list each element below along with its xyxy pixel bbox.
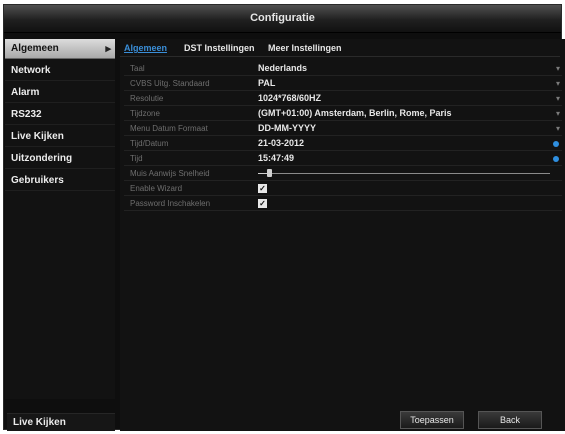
setting-label: Muis Aanwijs Snelheid [130,169,210,178]
chevron-right-icon: ▸ [105,43,111,55]
sidebar-item-label: Algemeen [11,43,59,54]
title-bar: Configuratie [4,5,561,33]
config-window: Configuratie Algemeen ▸ Network Alarm RS… [3,4,565,431]
back-button[interactable]: Back [478,411,542,429]
setting-label: Enable Wizard [130,184,183,193]
setting-label: Resolutie [130,94,164,103]
sidebar-item-label: RS232 [11,109,42,120]
time-picker-icon[interactable] [553,156,559,162]
setting-label: Tijd/Datum [130,139,169,148]
sidebar-item-label: Alarm [11,87,40,98]
cvbs-standard-select[interactable]: PAL [258,78,275,88]
chevron-down-icon[interactable]: ▾ [556,109,560,118]
window-title: Configuratie [250,12,315,24]
setting-row-tijd-datum: Tijd/Datum 21-03-2012 [124,138,562,151]
setting-row-datum-formaat: Menu Datum Formaat DD-MM-YYYY ▾ [124,123,562,136]
sidebar-item-gebruikers[interactable]: Gebruikers [5,171,115,191]
setting-row-enable-wizard: Enable Wizard ✓ [124,183,562,196]
settings-panel: Algemeen DST Instellingen Meer Instellin… [120,39,565,431]
calendar-picker-icon[interactable] [553,141,559,147]
date-input[interactable]: 21-03-2012 [258,138,304,148]
setting-label: Tijd [130,154,143,163]
setting-label: Taal [130,64,145,73]
chevron-down-icon[interactable]: ▾ [556,94,560,103]
sidebar-item-label: Network [11,65,51,76]
setting-label: CVBS Uitg. Standaard [130,79,210,88]
tab-algemeen[interactable]: Algemeen [124,43,167,53]
date-format-select[interactable]: DD-MM-YYYY [258,123,316,133]
mouse-speed-slider[interactable] [258,168,550,178]
slider-handle[interactable] [267,169,272,177]
live-view-button[interactable]: Live Kijken [7,413,115,431]
sidebar-item-live-kijken[interactable]: Live Kijken [5,127,115,147]
setting-row-password: Password Inschakelen ✓ [124,198,562,211]
sidebar-item-label: Gebruikers [11,175,64,186]
apply-button[interactable]: Toepassen [400,411,464,429]
setting-row-resolutie: Resolutie 1024*768/60HZ ▾ [124,93,562,106]
tab-meer-instellingen[interactable]: Meer Instellingen [268,43,342,53]
slider-fill [258,173,267,174]
sidebar: Algemeen ▸ Network Alarm RS232 Live Kijk… [5,39,115,399]
timezone-select[interactable]: (GMT+01:00) Amsterdam, Berlin, Rome, Par… [258,108,451,118]
setting-label: Menu Datum Formaat [130,124,208,133]
sidebar-item-rs232[interactable]: RS232 [5,105,115,125]
setting-row-tijd: Tijd 15:47:49 [124,153,562,166]
setting-row-taal: Taal Nederlands ▾ [124,63,562,76]
chevron-down-icon[interactable]: ▾ [556,124,560,133]
slider-track [258,173,550,174]
setting-row-muis-snelheid: Muis Aanwijs Snelheid [124,168,562,181]
sidebar-item-uitzondering[interactable]: Uitzondering [5,149,115,169]
setting-row-cvbs: CVBS Uitg. Standaard PAL ▾ [124,78,562,91]
tab-divider [120,56,560,57]
sidebar-item-label: Uitzondering [11,153,73,164]
setting-row-tijdzone: Tijdzone (GMT+01:00) Amsterdam, Berlin, … [124,108,562,121]
chevron-down-icon[interactable]: ▾ [556,79,560,88]
sidebar-item-algemeen[interactable]: Algemeen ▸ [5,39,115,59]
setting-label: Password Inschakelen [130,199,211,208]
password-enable-checkbox[interactable]: ✓ [258,199,267,208]
sidebar-item-alarm[interactable]: Alarm [5,83,115,103]
tab-dst-instellingen[interactable]: DST Instellingen [184,43,255,53]
chevron-down-icon[interactable]: ▾ [556,64,560,73]
enable-wizard-checkbox[interactable]: ✓ [258,184,267,193]
sidebar-item-label: Live Kijken [11,131,64,142]
resolution-select[interactable]: 1024*768/60HZ [258,93,321,103]
time-input[interactable]: 15:47:49 [258,153,294,163]
setting-label: Tijdzone [130,109,160,118]
sidebar-item-network[interactable]: Network [5,61,115,81]
language-select[interactable]: Nederlands [258,63,307,73]
